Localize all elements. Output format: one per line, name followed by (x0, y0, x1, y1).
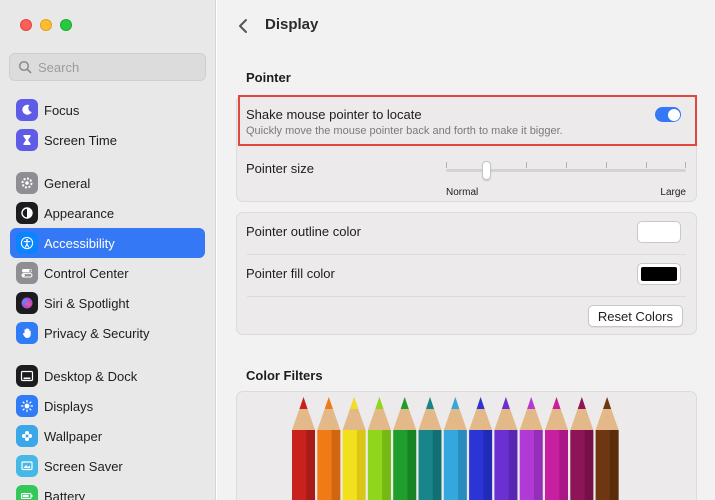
sidebar-item-displays[interactable]: Displays (10, 391, 205, 421)
minimize-window-button[interactable] (40, 19, 52, 31)
highlight-box (238, 95, 697, 146)
pointer-outline-color-well[interactable] (637, 221, 681, 243)
sidebar: Focus Screen Time General Appearance Acc… (0, 0, 216, 500)
sidebar-item-label: Siri & Spotlight (44, 295, 130, 311)
screensaver-icon (16, 455, 38, 477)
close-window-button[interactable] (20, 19, 32, 31)
slider-tick (446, 162, 447, 168)
pointer-color-card: Pointer outline color Pointer fill color… (236, 212, 697, 335)
sidebar-item-screen-saver[interactable]: Screen Saver (10, 451, 205, 481)
pointer-size-label: Pointer size (246, 161, 314, 176)
sidebar-item-label: Screen Time (44, 132, 117, 148)
pencil (570, 397, 594, 500)
toolbar: Display (217, 0, 715, 52)
color-filters-section-title: Color Filters (246, 368, 323, 383)
search-input[interactable] (38, 59, 198, 75)
page-title: Display (265, 16, 319, 33)
hourglass-icon (16, 129, 38, 151)
slider-tick (606, 162, 607, 168)
sidebar-item-control-center[interactable]: Control Center (10, 258, 205, 288)
sidebar-item-label: Privacy & Security (44, 325, 150, 341)
slider-tick (566, 162, 567, 168)
pencil (317, 397, 341, 500)
sidebar-item-privacy-security[interactable]: Privacy & Security (10, 318, 205, 348)
sidebar-item-battery[interactable]: Battery (10, 481, 205, 500)
slider-thumb[interactable] (482, 161, 492, 180)
sidebar-item-appearance[interactable]: Appearance (10, 198, 205, 228)
pointer-fill-color-well[interactable] (637, 263, 681, 285)
color-pencils-image (292, 397, 619, 500)
pointer-section-title: Pointer (246, 70, 291, 85)
divider (247, 296, 686, 297)
dock-icon (16, 365, 38, 387)
pencil (494, 397, 518, 500)
search-icon (18, 60, 32, 74)
toggles-icon (16, 262, 38, 284)
slider-tick (646, 162, 647, 168)
sidebar-item-desktop-dock[interactable]: Desktop & Dock (10, 361, 205, 391)
sidebar-item-general[interactable]: General (10, 168, 205, 198)
zoom-window-button[interactable] (60, 19, 72, 31)
chevron-left-icon (239, 19, 247, 33)
flower-icon (16, 425, 38, 447)
back-button[interactable] (233, 15, 253, 37)
slider-max-label: Large (660, 187, 686, 198)
sidebar-item-accessibility[interactable]: Accessibility (10, 228, 205, 258)
sidebar-item-label: Displays (44, 398, 94, 414)
pencil (595, 397, 619, 500)
reset-colors-button[interactable]: Reset Colors (587, 305, 683, 327)
pencil (393, 397, 417, 500)
appearance-icon (16, 202, 38, 224)
divider (247, 254, 686, 255)
sidebar-item-label: Focus (44, 102, 80, 118)
sidebar-item-label: Screen Saver (44, 458, 123, 474)
pointer-size-row: Pointer size Normal Large (237, 147, 696, 203)
sun-icon (16, 395, 38, 417)
battery-icon (16, 485, 38, 500)
sidebar-item-label: Control Center (44, 265, 129, 281)
slider-min-label: Normal (446, 187, 479, 198)
pencil (545, 397, 568, 500)
slider-tick (526, 162, 527, 168)
slider-tick (685, 162, 686, 168)
sidebar-item-siri-spotlight[interactable]: Siri & Spotlight (10, 288, 205, 318)
pencil (292, 397, 315, 500)
window-controls (20, 19, 72, 31)
sidebar-item-label: General (44, 175, 91, 191)
color-filters-preview (236, 391, 697, 500)
pencil (418, 397, 442, 500)
sidebar-item-label: Wallpaper (44, 428, 103, 444)
fill-color-swatch (641, 267, 677, 281)
outline-color-swatch (641, 225, 677, 239)
pointer-outline-color-label: Pointer outline color (246, 224, 361, 239)
sidebar-item-label: Appearance (44, 205, 115, 221)
sidebar-item-focus[interactable]: Focus (10, 95, 205, 125)
sidebar-item-wallpaper[interactable]: Wallpaper (10, 421, 205, 451)
siri-icon (16, 292, 38, 314)
accessibility-icon (16, 232, 38, 254)
main-panel: Display Pointer Shake mouse pointer to l… (217, 0, 715, 500)
sidebar-item-label: Battery (44, 488, 86, 500)
pencil (469, 397, 493, 500)
pencil (443, 397, 467, 500)
sidebar-item-screen-time[interactable]: Screen Time (10, 125, 205, 155)
pencil (342, 397, 366, 500)
pointer-size-slider[interactable]: Normal Large (446, 161, 686, 201)
pointer-fill-color-label: Pointer fill color (246, 266, 335, 281)
sidebar-item-label: Desktop & Dock (44, 368, 138, 384)
hand-icon (16, 322, 38, 344)
pencil (519, 397, 543, 500)
search-field[interactable] (9, 53, 206, 81)
pencil (367, 397, 391, 500)
sidebar-item-label: Accessibility (44, 235, 115, 251)
gear-icon (16, 172, 38, 194)
moon-icon (16, 99, 38, 121)
